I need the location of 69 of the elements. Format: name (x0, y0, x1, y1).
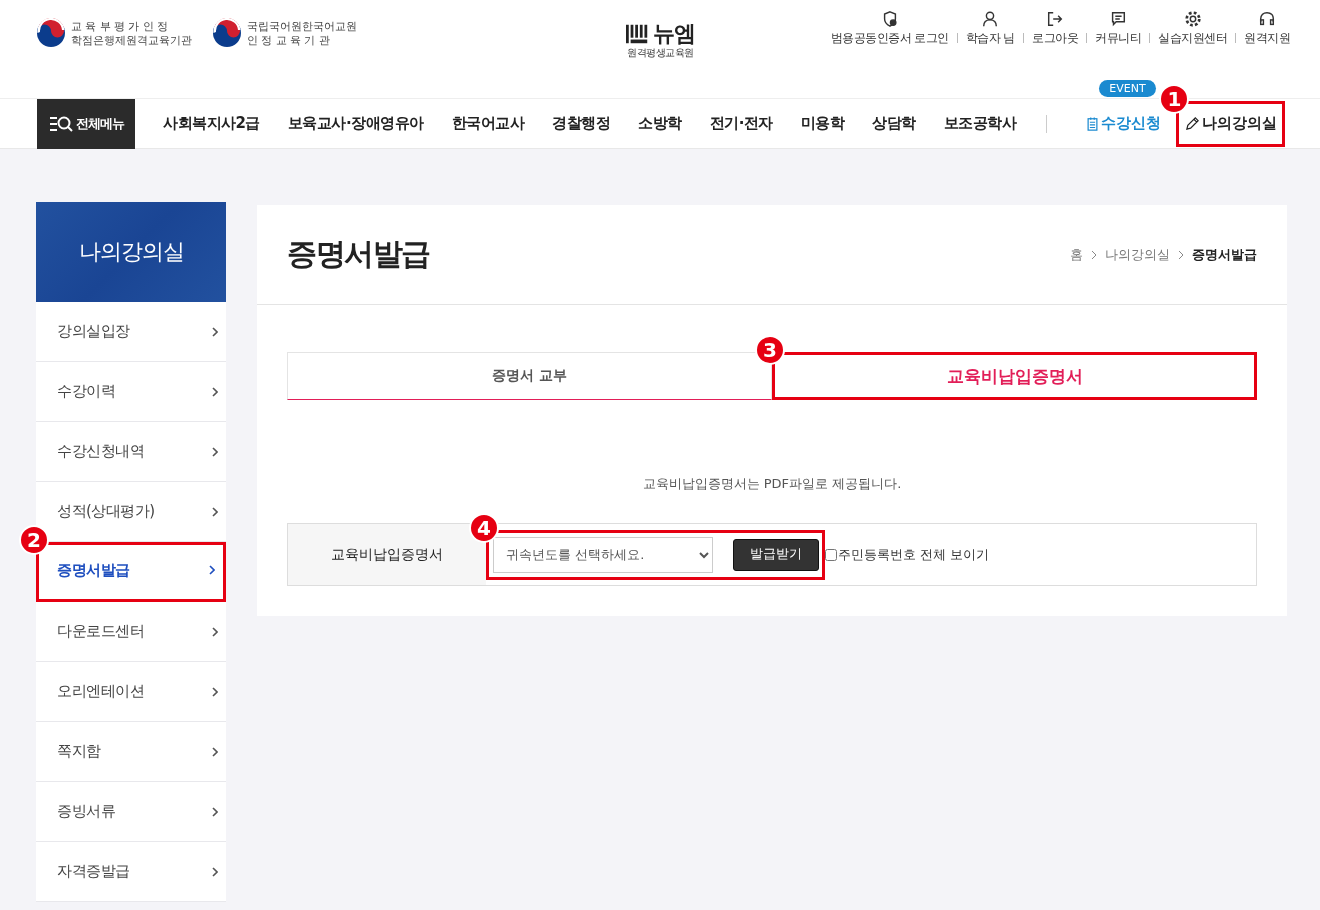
chat-icon (1109, 10, 1127, 28)
sidebar-item[interactable]: 다운로드센터 (36, 602, 226, 661)
chevron-icon (212, 506, 218, 517)
cert-text: 학점은행제원격교육기관 (71, 33, 192, 47)
sidebar-item[interactable]: 강의실입장 (36, 302, 226, 361)
sidebar-item[interactable]: 증빙서류 (36, 782, 226, 841)
utility-link[interactable]: 커뮤니티 (1095, 10, 1141, 46)
logo-name[interactable]: 뉴엠 (653, 22, 695, 46)
nav-item[interactable]: 경찰행정 (552, 114, 611, 133)
chevron-icon (1178, 249, 1184, 260)
sidebar-item[interactable]: 수강이력 (36, 362, 226, 421)
utility-link[interactable]: 원격지원 (1244, 10, 1290, 46)
chevron-icon (212, 746, 218, 757)
cert-text: 교 육 부 평 가 인 정 (71, 19, 170, 33)
logout-icon (1046, 10, 1064, 28)
user-icon (981, 10, 1000, 28)
event-badge: EVENT (1099, 80, 1156, 97)
enroll-link[interactable]: 수강신청 (1087, 114, 1162, 133)
nav-item[interactable]: 소방학 (638, 114, 682, 133)
sidebar-item[interactable]: 수강신청내역 (36, 422, 226, 481)
page-title: 증명서발급 (287, 235, 430, 273)
emblem-icon (36, 18, 66, 48)
cert-text: 국립국어원한국어교원 (247, 19, 357, 33)
chevron-icon (212, 626, 218, 637)
callout-number: 2 (19, 525, 49, 555)
headset-icon (1258, 10, 1276, 28)
callout-number: 4 (469, 512, 499, 543)
issue-button[interactable]: 발급받기 (733, 538, 819, 571)
sidebar-item[interactable]: 자격증발급 (36, 842, 226, 901)
utility-link[interactable]: 로그아웃 (1032, 10, 1078, 46)
chevron-icon (209, 565, 215, 575)
notepad-icon (1087, 116, 1099, 131)
logo-subtitle: 원격평생교육원 (627, 46, 694, 60)
nav-item[interactable]: 사회복지사2급 (163, 114, 260, 133)
utility-link[interactable]: 범용공동인증서 로그인 (830, 10, 949, 46)
checkbox[interactable] (825, 548, 837, 561)
nav-item[interactable]: 전기·전자 (709, 114, 773, 133)
logo-mark-icon (626, 24, 650, 44)
breadcrumb-link[interactable]: 홈 (1070, 245, 1083, 264)
settings-icon (1183, 10, 1202, 28)
my-classroom-link[interactable]: 나의강의실 (1184, 114, 1277, 133)
chevron-icon (212, 866, 218, 877)
chevron-icon (212, 806, 218, 817)
pencil-icon (1184, 116, 1200, 131)
breadcrumb-link[interactable]: 증명서발급 (1192, 245, 1257, 264)
notice-text: 교육비납입증명서는 PDF파일로 제공됩니다. (641, 475, 903, 493)
chevron-icon (212, 326, 218, 337)
cert-text: 인 정 교 육 기 관 (247, 33, 331, 47)
chevron-icon (212, 686, 218, 697)
breadcrumb-link[interactable]: 나의강의실 (1105, 245, 1170, 264)
callout-number: 3 (755, 335, 785, 365)
chevron-icon (212, 386, 218, 397)
nav-item[interactable]: 한국어교사 (451, 114, 525, 133)
sidebar-title: 나의강의실 (36, 202, 226, 302)
sidebar-item[interactable]: 오리엔테이션 (36, 662, 226, 721)
emblem-icon (212, 18, 242, 48)
nav-item[interactable]: 상담학 (872, 114, 916, 133)
utility-link[interactable]: 학습자 님 (965, 10, 1015, 46)
full-menu-button[interactable]: 전체메뉴 (37, 98, 135, 149)
nav-item[interactable]: 보조공학사 (943, 114, 1017, 133)
year-select[interactable]: 귀속년도를 선택하세요. (493, 536, 713, 573)
utility-link[interactable]: 실습지원센터 (1158, 10, 1227, 46)
checkbox-label: 주민등록번호 전체 보이기 (838, 545, 990, 564)
menu-icon (48, 114, 73, 133)
sidebar-item[interactable]: 쪽지함 (36, 722, 226, 781)
chevron-icon (1091, 249, 1097, 260)
nav-item[interactable]: 미용학 (800, 114, 845, 133)
chevron-icon (212, 446, 218, 457)
nav-item[interactable]: 보육교사·장애영유아 (287, 114, 424, 133)
